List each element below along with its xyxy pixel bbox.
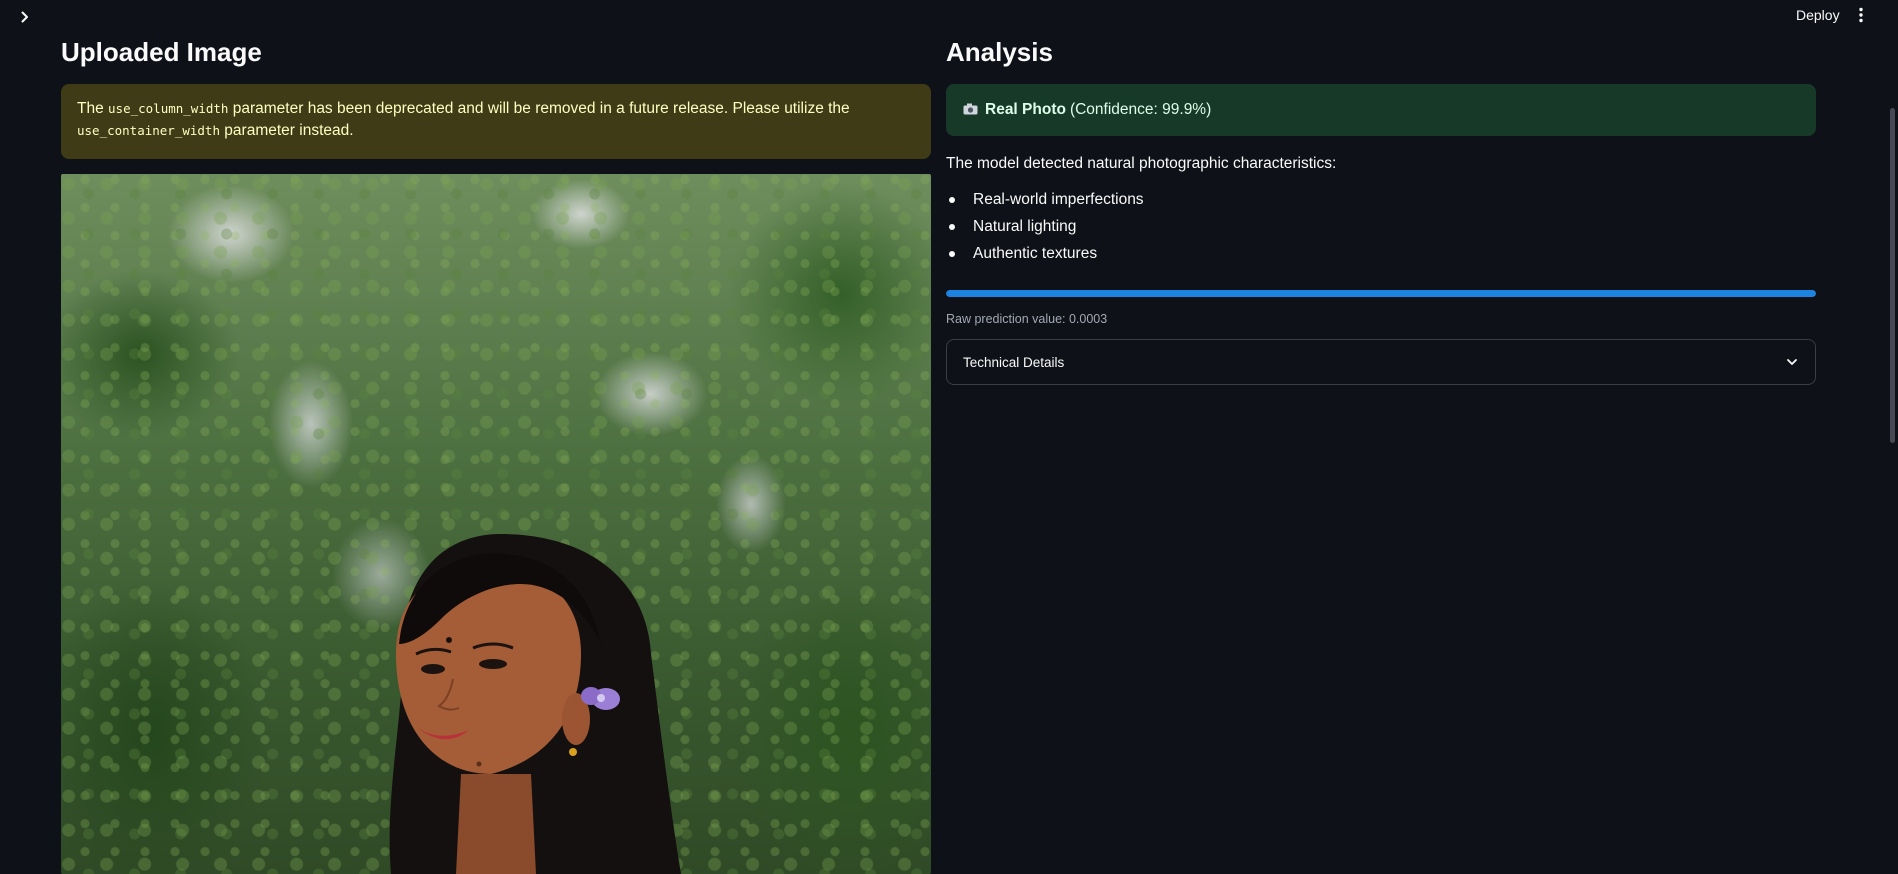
warning-text-post: parameter instead.	[220, 122, 354, 139]
raw-prediction-caption: Raw prediction value: 0.0003	[946, 312, 1108, 326]
prediction-label: Real Photo	[985, 101, 1066, 118]
scrollbar-thumb[interactable]	[1890, 108, 1895, 443]
expander-label: Technical Details	[963, 354, 1065, 370]
left-column: Uploaded Image The use_column_width para…	[61, 34, 931, 874]
confidence-progress-bar	[946, 290, 1816, 297]
chevron-right-icon	[21, 11, 28, 23]
page-scrollbar[interactable]	[1887, 0, 1898, 855]
list-item: Authentic textures	[946, 243, 1816, 270]
prediction-result-box: Real Photo (Confidence: 99.9%)	[946, 84, 1816, 136]
kebab-menu-icon	[1859, 7, 1863, 23]
characteristics-list: Real-world imperfections Natural lightin…	[946, 189, 1816, 270]
camera-icon	[963, 102, 978, 118]
warning-code-container-width: use_container_width	[77, 123, 220, 138]
sidebar-toggle-button[interactable]	[14, 6, 36, 28]
right-column: Analysis Real Photo (Confidence: 99.9%) …	[946, 34, 1816, 385]
analysis-description: The model detected natural photographic …	[946, 155, 1337, 172]
deprecation-warning: The use_column_width parameter has been …	[61, 84, 931, 159]
top-toolbar: Deploy	[0, 0, 1898, 30]
warning-text-pre: The	[77, 100, 109, 117]
chevron-down-icon	[1787, 359, 1797, 365]
deploy-button[interactable]: Deploy	[1782, 3, 1854, 27]
warning-code-column-width: use_column_width	[108, 101, 229, 116]
list-item: Natural lighting	[946, 216, 1816, 243]
prediction-confidence: (Confidence: 99.9%)	[1069, 101, 1212, 118]
technical-details-expander[interactable]: Technical Details	[946, 339, 1816, 385]
uploaded-photo	[61, 174, 931, 874]
portrait-figure	[389, 534, 681, 874]
list-item: Real-world imperfections	[946, 189, 1816, 216]
analysis-heading: Analysis	[946, 37, 1053, 67]
uploaded-image-heading: Uploaded Image	[61, 37, 262, 67]
main-menu-button[interactable]	[1848, 2, 1874, 28]
progress-fill	[946, 290, 1816, 297]
warning-text-mid: parameter has been deprecated and will b…	[228, 100, 850, 117]
